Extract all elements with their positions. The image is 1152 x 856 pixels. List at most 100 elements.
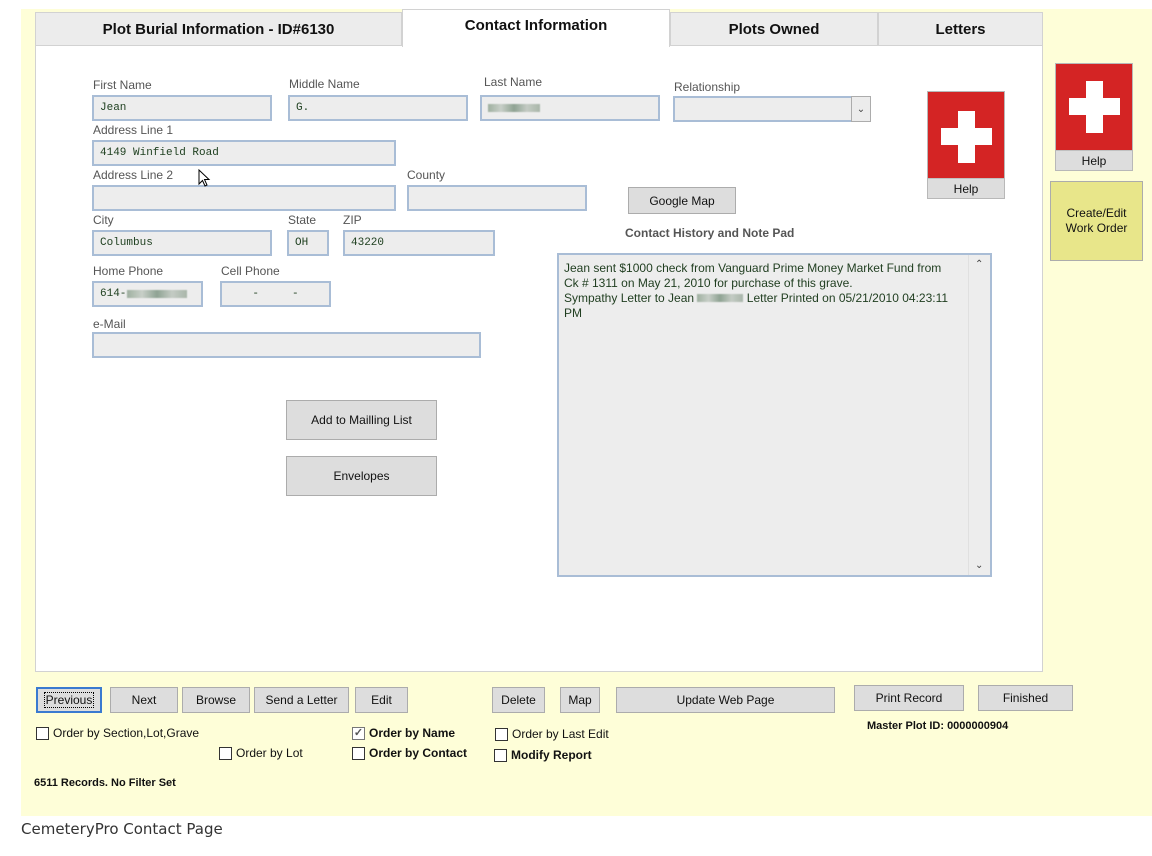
delete-label: Delete [501,693,536,707]
checkbox-box [352,746,365,760]
notes-title: Contact History and Note Pad [625,226,795,240]
scroll-down-icon[interactable]: ⌄ [975,560,983,571]
add-to-mailing-list-button[interactable]: Add to Mailling List [286,400,437,440]
address1-value: 4149 Winfield Road [100,147,219,159]
order-name-label: Order by Name [369,726,456,740]
google-map-button[interactable]: Google Map [628,187,736,214]
tab-plot-burial-information[interactable]: Plot Burial Information - ID#6130 [35,12,402,46]
home-phone-field[interactable]: 614- [92,281,203,307]
help-label: Help [1056,150,1132,170]
update-web-page-button[interactable]: Update Web Page [616,687,835,713]
tab-label: Letters [935,21,986,38]
order-by-section-checkbox[interactable]: Order by Section,Lot,Grave [36,726,199,740]
delete-button[interactable]: Delete [492,687,545,713]
cell-phone-field[interactable]: - - [220,281,331,307]
first-name-field[interactable]: Jean [92,95,272,121]
cell-phone-label: Cell Phone [221,264,280,278]
send-letter-button[interactable]: Send a Letter [254,687,349,713]
order-by-last-edit-checkbox[interactable]: Order by Last Edit [495,727,609,741]
email-field[interactable] [92,332,481,358]
envelopes-button[interactable]: Envelopes [286,456,437,496]
home-phone-value: 614- [100,288,127,300]
next-label: Next [131,693,157,707]
update-web-label: Update Web Page [676,693,775,707]
state-field[interactable]: OH [287,230,329,256]
finished-button[interactable]: Finished [978,685,1073,711]
records-status: 6511 Records. No Filter Set [34,777,176,789]
cell-phone-value: - - [252,288,299,300]
tab-contact-information[interactable]: Contact Information [402,9,670,47]
master-plot-id: Master Plot ID: 0000000904 [867,720,1009,732]
help-button-outer[interactable]: Help [1055,63,1133,171]
print-record-button[interactable]: Print Record [854,685,964,711]
city-field[interactable]: Columbus [92,230,272,256]
tab-label: Plots Owned [728,21,820,38]
first-name-value: Jean [100,102,127,114]
chevron-down-icon[interactable]: ⌄ [851,96,871,122]
scroll-up-icon[interactable]: ⌃ [975,259,983,270]
middle-name-value: G. [296,102,310,114]
envelopes-label: Envelopes [333,469,390,483]
tab-plots-owned[interactable]: Plots Owned [670,12,878,46]
address1-field[interactable]: 4149 Winfield Road [92,140,396,166]
send-letter-label: Send a Letter [265,693,338,707]
tab-label: Contact Information [464,17,608,34]
state-label: State [288,213,317,227]
address1-label: Address Line 1 [93,123,174,137]
browse-button[interactable]: Browse [182,687,250,713]
order-by-lot-checkbox[interactable]: Order by Lot [219,746,303,760]
google-map-label: Google Map [649,193,715,208]
zip-value: 43220 [351,237,385,249]
notes-line-2-prefix: Sympathy Letter to Jean [564,291,695,305]
redacted-phone [127,290,188,298]
address2-field[interactable] [92,185,396,211]
create-edit-work-order-button[interactable]: Create/Edit Work Order [1050,181,1143,261]
previous-label: Previous [43,692,95,708]
app-window: Plot Burial Information - ID#6130 Contac… [21,9,1152,816]
county-field[interactable] [407,185,587,211]
order-section-label: Order by Section,Lot,Grave [53,726,200,740]
home-phone-label: Home Phone [93,264,164,278]
work-order-label: Create/Edit Work Order [1065,206,1128,235]
zip-label: ZIP [343,213,362,227]
map-label: Map [568,693,592,707]
help-label: Help [928,178,1004,198]
tab-letters[interactable]: Letters [878,12,1043,46]
mouse-cursor-icon [198,169,211,187]
help-button-inner[interactable]: Help [927,91,1005,199]
address2-label: Address Line 2 [93,168,174,182]
order-last-edit-label: Order by Last Edit [512,727,609,741]
last-name-field[interactable] [480,95,660,121]
edit-button[interactable]: Edit [355,687,408,713]
first-name-label: First Name [93,78,152,92]
previous-button[interactable]: Previous [36,687,102,713]
checkbox-box [495,727,508,741]
middle-name-field[interactable]: G. [288,95,468,121]
order-lot-label: Order by Lot [236,746,303,760]
next-button[interactable]: Next [110,687,178,713]
modify-report-checkbox[interactable]: Modify Report [494,748,592,762]
order-by-name-checkbox[interactable]: ✓ Order by Name [352,726,455,740]
checkbox-box [36,726,49,740]
order-by-contact-checkbox[interactable]: Order by Contact [352,746,467,760]
state-value: OH [295,237,309,249]
finished-label: Finished [1002,691,1049,705]
cross-icon-bar [1069,98,1120,115]
last-name-label: Last Name [484,75,543,89]
page-caption: CemeteryPro Contact Page [21,820,223,838]
notes-content: Jean sent $1000 check from Vanguard Prim… [564,261,959,321]
edit-label: Edit [371,693,392,707]
notes-line-1: Jean sent $1000 check from Vanguard Prim… [564,261,942,290]
check-icon: ✓ [352,726,365,740]
checkbox-box [219,746,232,760]
order-contact-label: Order by Contact [369,746,468,760]
zip-field[interactable]: 43220 [343,230,495,256]
tab-label: Plot Burial Information - ID#6130 [102,21,335,38]
notes-scrollbar[interactable]: ⌃ ⌄ [968,255,990,575]
city-value: Columbus [100,237,153,249]
add-mailing-label: Add to Mailling List [311,413,412,427]
map-button[interactable]: Map [560,687,600,713]
notes-textarea[interactable]: Jean sent $1000 check from Vanguard Prim… [557,253,992,577]
relationship-select[interactable] [673,96,853,122]
browse-label: Browse [195,693,236,707]
